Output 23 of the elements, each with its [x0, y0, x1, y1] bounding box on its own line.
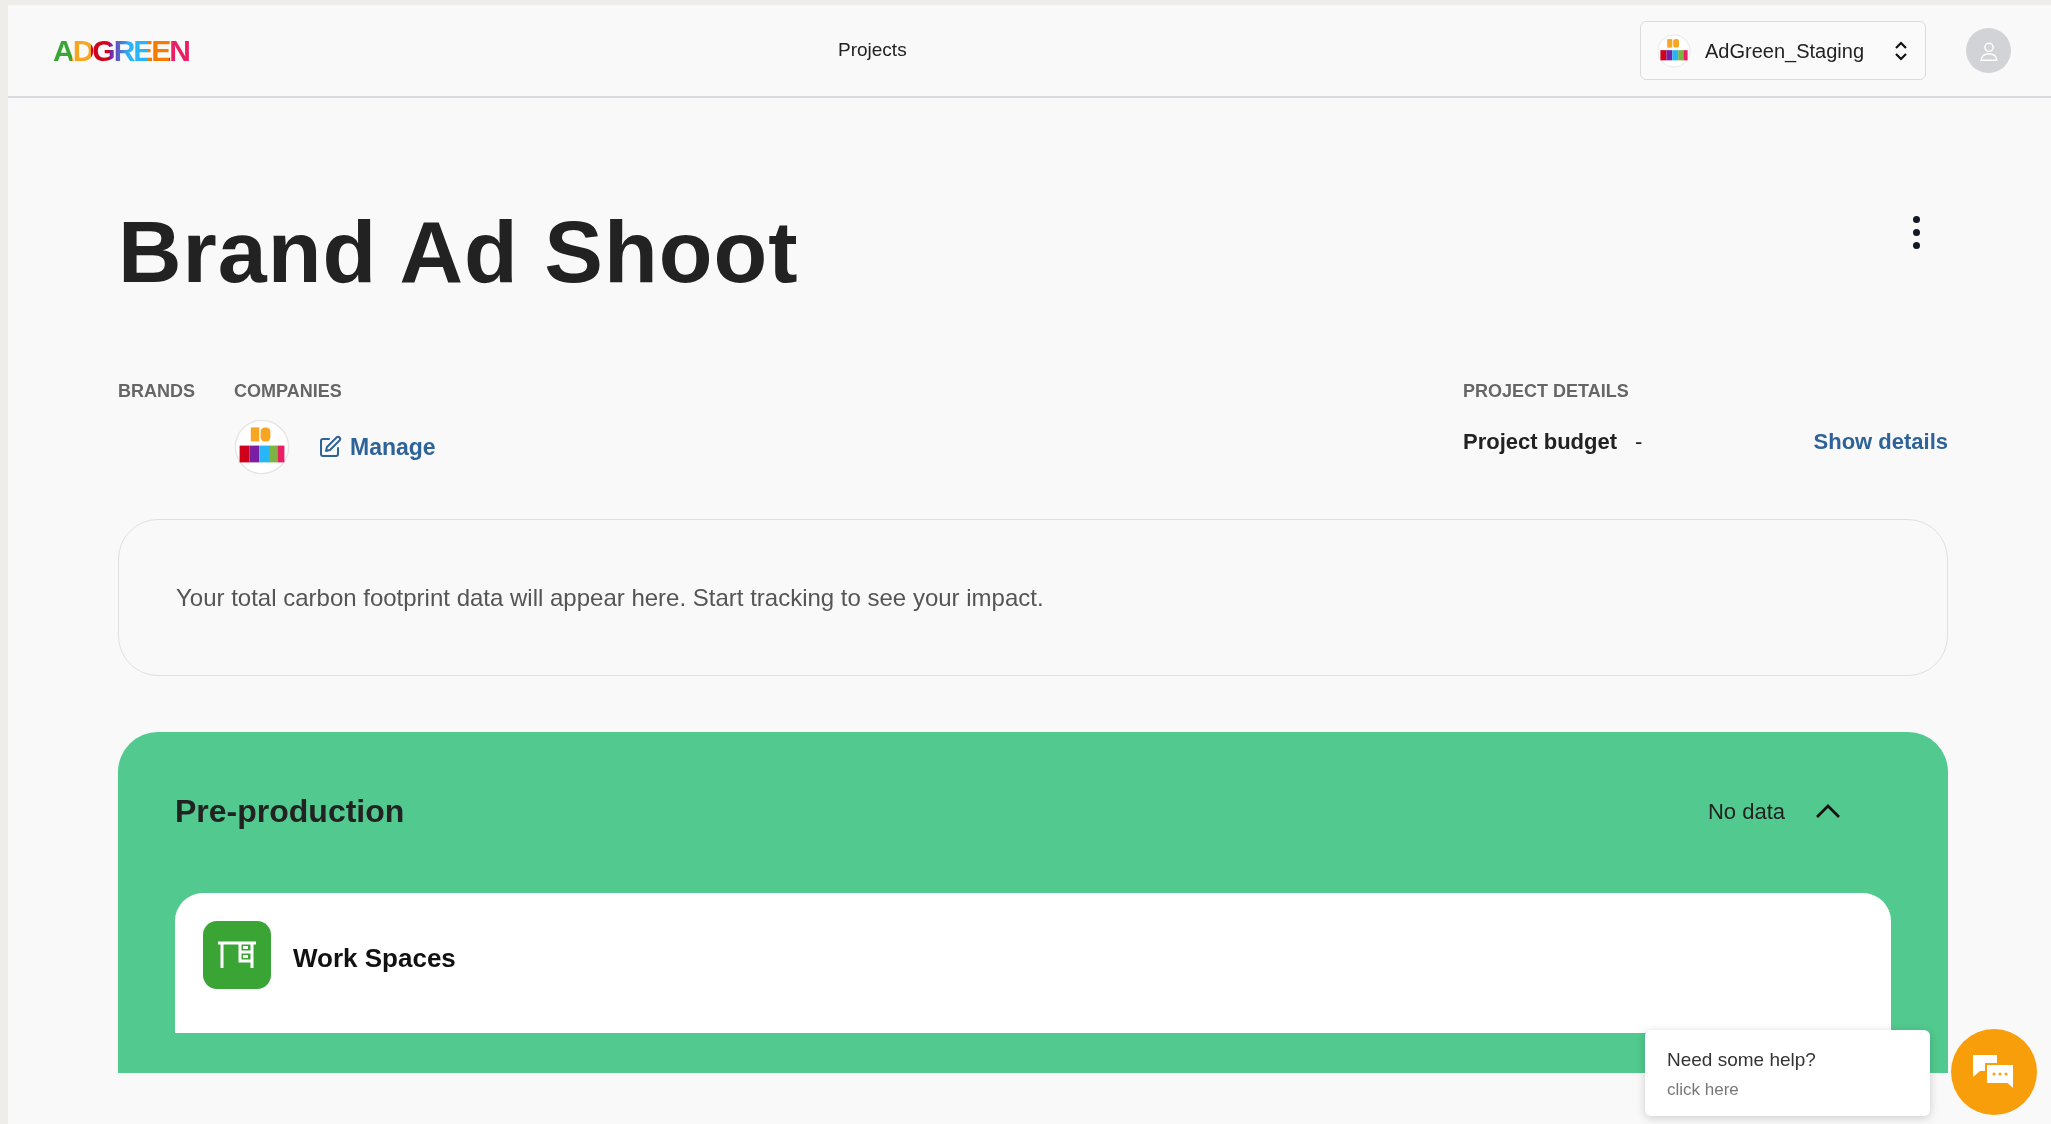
- chevron-up-icon[interactable]: [1815, 803, 1841, 819]
- category-card[interactable]: Work Spaces: [175, 893, 1891, 1033]
- section-status: No data: [1707, 797, 1785, 826]
- desk-icon: [203, 921, 271, 989]
- manage-link[interactable]: Manage: [318, 429, 436, 465]
- footprint-message: Your total carbon footprint data will appear here. Start tracking to see your impact.: [176, 582, 1044, 613]
- project-details-label: PROJECT DETAILS: [1463, 380, 1630, 403]
- brands-label: BRANDS: [118, 380, 196, 403]
- section-title: Pre-production: [175, 792, 405, 831]
- budget-label: Project budget: [1463, 428, 1617, 456]
- help-subtitle: click here: [1667, 1078, 1740, 1101]
- edit-icon: [318, 435, 342, 459]
- company-logo-icon: [1657, 33, 1691, 68]
- show-details-link[interactable]: Show details: [1813, 425, 1948, 458]
- help-title: Need some help?: [1667, 1048, 1817, 1072]
- company-logo-icon: [234, 419, 290, 475]
- budget-value: -: [1635, 428, 1643, 456]
- companies-label: COMPANIES: [234, 380, 343, 403]
- workspace-selector[interactable]: AdGreen_Staging: [1640, 21, 1926, 80]
- category-title: Work Spaces: [293, 942, 456, 975]
- project-title: Brand Ad Shoot: [118, 208, 799, 296]
- projects-link[interactable]: Projects: [838, 36, 907, 65]
- help-tooltip[interactable]: Need some help? click here: [1645, 1030, 1930, 1116]
